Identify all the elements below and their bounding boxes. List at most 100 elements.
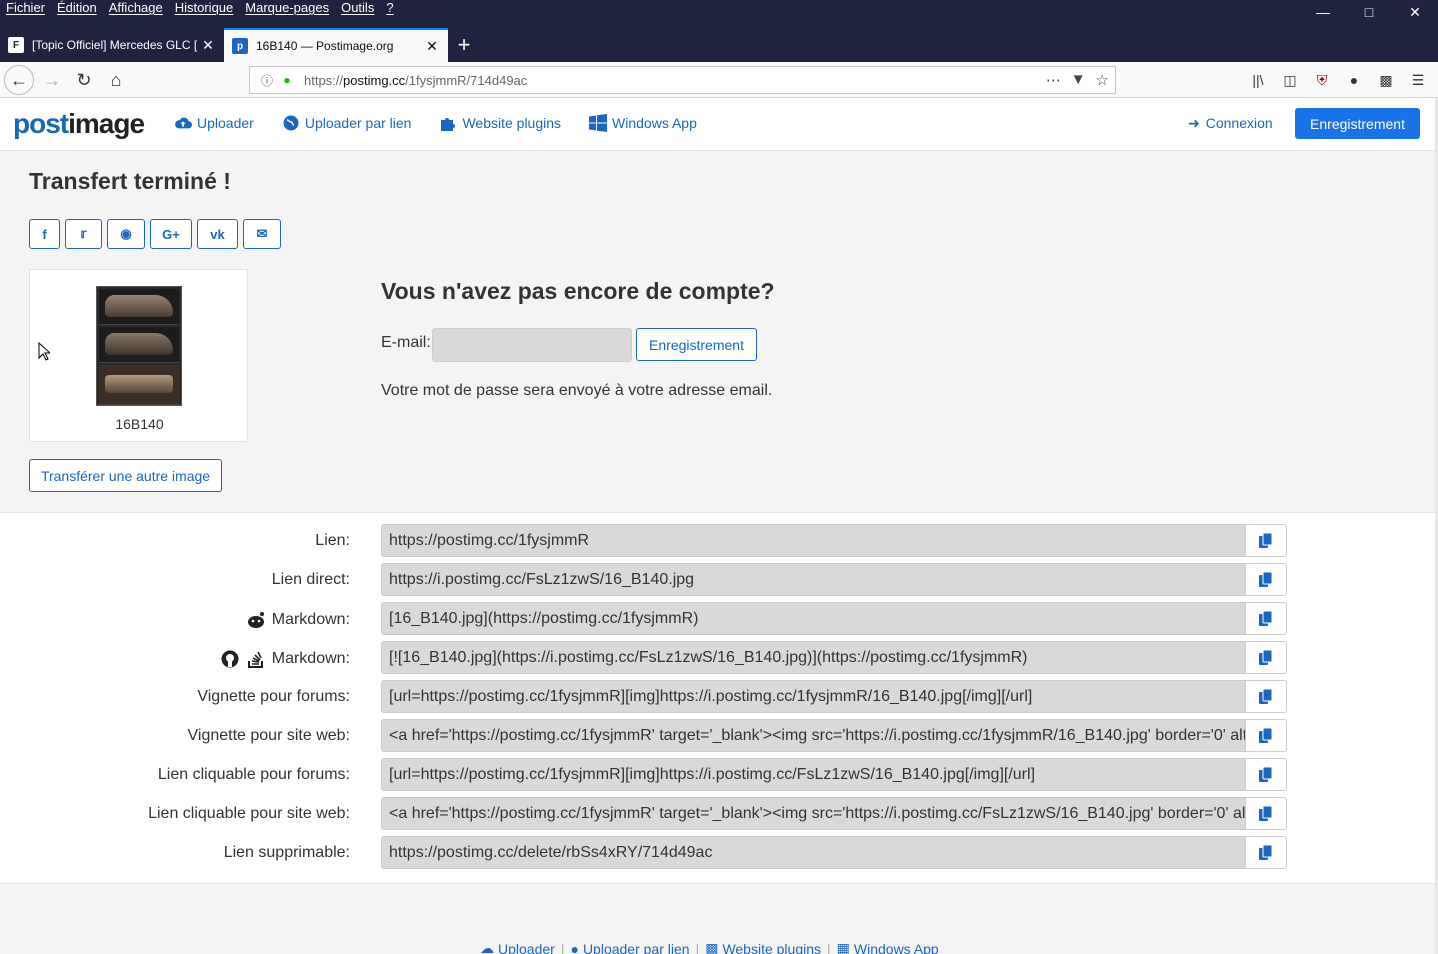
- vk-icon[interactable]: vk: [197, 219, 238, 249]
- link-field[interactable]: <a href='https://postimg.cc/1fysjmmR' ta…: [381, 719, 1245, 752]
- image-card: 16B140: [29, 269, 248, 442]
- new-tab-icon[interactable]: +: [448, 30, 480, 60]
- link-row-click-web: Lien cliquable pour site web: <a href='h…: [0, 797, 1438, 831]
- link-row-lien: Lien: https://postimg.cc/1fysjmmR: [0, 524, 1438, 558]
- url-text[interactable]: https://postimg.cc/1fysjmmR/714d49ac: [304, 73, 1046, 88]
- menu-affichage[interactable]: Affichage: [103, 0, 169, 18]
- forum-favicon-icon: F: [8, 37, 24, 53]
- footer-website-plugins[interactable]: ▩ Website plugins: [705, 940, 821, 954]
- menubar: Fichier Édition Affichage Historique Mar…: [0, 0, 400, 18]
- tab-mercedes-topic[interactable]: F [Topic Officiel] Mercedes GLC [ ✕: [0, 30, 224, 60]
- library-icon[interactable]: ||\: [1246, 66, 1270, 94]
- register-button[interactable]: Enregistrement: [636, 328, 757, 361]
- reload-icon[interactable]: ↻: [70, 66, 98, 94]
- signup-button[interactable]: Enregistrement: [1295, 108, 1420, 139]
- copy-icon[interactable]: [1245, 797, 1287, 830]
- info-icon[interactable]: ⓘ: [256, 72, 278, 89]
- link-label: Vignette pour site web:: [187, 727, 350, 744]
- close-window-icon[interactable]: ✕: [1392, 0, 1438, 24]
- link-label: Markdown:: [246, 610, 350, 630]
- copy-icon[interactable]: [1245, 602, 1287, 635]
- copy-icon[interactable]: [1245, 719, 1287, 752]
- link-row-thumb-forums: Vignette pour forums: [url=https://posti…: [0, 680, 1438, 714]
- ublock-icon[interactable]: ⛨: [1310, 66, 1334, 94]
- links-panel: Lien: https://postimg.cc/1fysjmmR Lien d…: [0, 512, 1438, 884]
- menu-outils[interactable]: Outils: [335, 0, 380, 18]
- email-field[interactable]: [432, 328, 632, 362]
- copy-icon[interactable]: [1245, 680, 1287, 713]
- copy-icon[interactable]: [1245, 641, 1287, 674]
- footer-separator: |: [560, 940, 565, 954]
- link-row-markdown-reddit: Markdown: [16_B140.jpg](https://postimg.…: [0, 602, 1438, 636]
- tab-close-icon[interactable]: ✕: [200, 37, 216, 54]
- email-label: E-mail:: [381, 334, 431, 351]
- window-controls: — □ ✕: [1300, 0, 1438, 24]
- link-field[interactable]: https://postimg.cc/1fysjmmR: [381, 524, 1245, 557]
- sign-in-icon: ➜: [1188, 115, 1200, 131]
- tab-postimage[interactable]: p 16B140 — Postimage.org ✕: [224, 28, 448, 62]
- footer-windows-app[interactable]: ▦ Windows App: [837, 940, 939, 954]
- login-link[interactable]: ➜ Connexion: [1188, 115, 1273, 132]
- image-name: 16B140: [115, 416, 164, 432]
- nav-website-plugins[interactable]: Website plugins: [439, 115, 561, 131]
- cloud-upload-icon: ☁: [480, 940, 494, 954]
- email-icon[interactable]: ✉: [243, 219, 281, 249]
- link-field[interactable]: [![16_B140.jpg](https://i.postimg.cc/FsL…: [381, 641, 1245, 674]
- puzzle-icon: [439, 115, 457, 131]
- nav-windows-app[interactable]: Windows App: [589, 114, 697, 132]
- menu-marque-pages[interactable]: Marque-pages: [239, 0, 335, 18]
- copy-icon[interactable]: [1245, 836, 1287, 869]
- hamburger-menu-icon[interactable]: ☰: [1406, 66, 1430, 94]
- maximize-icon[interactable]: □: [1346, 0, 1392, 24]
- nav-uploader-par-lien[interactable]: Uploader par lien: [282, 115, 411, 131]
- page-actions-icon[interactable]: ⋯: [1046, 71, 1061, 89]
- postimage-logo[interactable]: postimage: [13, 108, 145, 140]
- link-field[interactable]: [16_B140.jpg](https://postimg.cc/1fysjmm…: [381, 602, 1245, 635]
- site-header: postimage Uploader Uploader par lien Web…: [0, 98, 1438, 151]
- link-field[interactable]: <a href='https://postimg.cc/1fysjmmR' ta…: [381, 797, 1245, 830]
- bookmark-star-icon[interactable]: ☆: [1096, 71, 1109, 89]
- google-plus-icon[interactable]: G+: [150, 219, 192, 249]
- link-field[interactable]: [url=https://postimg.cc/1fysjmmR][img]ht…: [381, 758, 1245, 791]
- copy-icon[interactable]: [1245, 563, 1287, 596]
- account-title: Vous n'avez pas encore de compte?: [381, 278, 775, 304]
- mouse-cursor-icon: [38, 342, 50, 361]
- browser-navbar: ← → ↻ ⌂ ⓘ ● https://postimg.cc/1fysjmmR/…: [0, 62, 1438, 98]
- link-field[interactable]: [url=https://postimg.cc/1fysjmmR][img]ht…: [381, 680, 1245, 713]
- cloud-upload-icon: [174, 115, 192, 131]
- link-field[interactable]: https://postimg.cc/delete/rbSs4xRY/714d4…: [381, 836, 1245, 869]
- extension-2-icon[interactable]: ▩: [1374, 66, 1398, 94]
- minimize-icon[interactable]: —: [1300, 0, 1346, 24]
- reddit-icon[interactable]: ◉: [107, 219, 145, 249]
- back-icon[interactable]: ←: [4, 65, 34, 95]
- link-label: Lien supprimable:: [223, 844, 350, 861]
- link-label: Lien cliquable pour site web:: [148, 805, 350, 822]
- menu-edition[interactable]: Édition: [51, 0, 103, 18]
- menu-historique[interactable]: Historique: [169, 0, 240, 18]
- pocket-icon[interactable]: ▼: [1071, 71, 1086, 89]
- tab-close-icon[interactable]: ✕: [424, 38, 440, 55]
- footer-separator: |: [695, 940, 700, 954]
- password-note: Votre mot de passe sera envoyé à votre a…: [381, 382, 773, 399]
- link-field[interactable]: https://i.postimg.cc/FsLz1zwS/16_B140.jp…: [381, 563, 1245, 596]
- footer-uploader[interactable]: ☁ Uploader: [480, 940, 555, 954]
- lock-icon: ●: [283, 73, 291, 87]
- menu-fichier[interactable]: Fichier: [0, 0, 51, 18]
- upload-another-button[interactable]: Transférer une autre image: [29, 459, 222, 492]
- nav-uploader[interactable]: Uploader: [174, 115, 254, 131]
- footer-uploader-par-lien[interactable]: ● Uploader par lien: [570, 941, 689, 954]
- link-row-direct: Lien direct: https://i.postimg.cc/FsLz1z…: [0, 563, 1438, 597]
- copy-icon[interactable]: [1245, 758, 1287, 791]
- home-icon[interactable]: ⌂: [102, 66, 130, 94]
- sidebar-icon[interactable]: ◫: [1278, 66, 1302, 94]
- menu-help[interactable]: ?: [380, 0, 399, 18]
- url-bar[interactable]: ⓘ ● https://postimg.cc/1fysjmmR/714d49ac…: [249, 66, 1116, 94]
- tab-title: 16B140 — Postimage.org: [256, 39, 394, 53]
- facebook-icon[interactable]: f: [29, 219, 60, 249]
- copy-icon[interactable]: [1245, 524, 1287, 557]
- twitter-icon[interactable]: 𝕣: [65, 219, 102, 249]
- extension-icon[interactable]: ●: [1342, 66, 1366, 94]
- windows-icon: ▦: [836, 940, 850, 954]
- forward-icon[interactable]: →: [38, 66, 66, 94]
- image-thumbnail[interactable]: [96, 286, 182, 406]
